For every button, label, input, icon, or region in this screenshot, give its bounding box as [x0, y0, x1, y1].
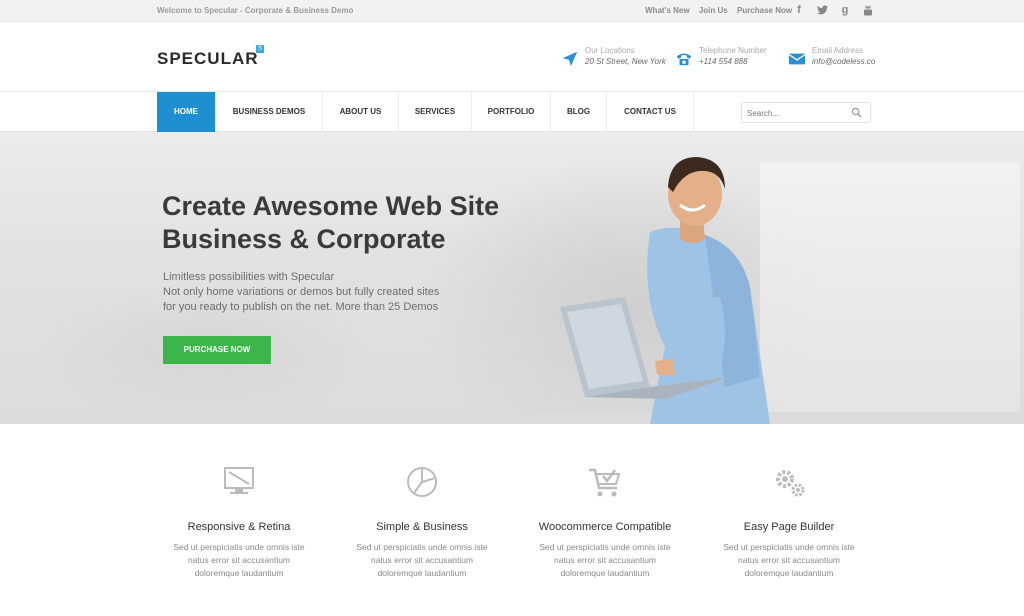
feature-card: Easy Page Builder Sed ut perspiciatis un… [697, 464, 881, 580]
hero-background-window [760, 162, 1020, 412]
businessman-with-laptop-image [560, 157, 770, 424]
nav-item-about-us[interactable]: ABOUT US [323, 92, 399, 132]
nav-item-portfolio[interactable]: PORTFOLIO [472, 92, 551, 132]
feature-title: Responsive & Retina [187, 521, 291, 533]
phone-info: Telephone Number +114 554 888 [675, 46, 767, 68]
feature-text: Sed ut perspiciatis unde omnis iste natus… [173, 542, 305, 578]
cart-icon [589, 468, 621, 497]
facebook-icon[interactable]: f [792, 3, 806, 17]
logo-badge: S [256, 45, 264, 53]
site-logo[interactable]: SPECULAR [157, 49, 259, 69]
feature-title: Simple & Business [376, 521, 468, 533]
hero-title: Create Awesome Web Site Business & Corpo… [162, 191, 500, 254]
location-value: 20 St Street, New York [585, 57, 666, 66]
nav-item-business-demos[interactable]: BUSINESS DEMOS [216, 92, 323, 132]
phone-label: Telephone Number [699, 46, 767, 55]
main-nav: HOME BUSINESS DEMOS ABOUT US SERVICES PO… [0, 92, 1024, 132]
email-label: Email Address [812, 46, 864, 55]
pie-chart-icon [407, 467, 437, 497]
top-links: What's New Join Us Purchase Now [645, 6, 799, 15]
purchase-now-link[interactable]: Purchase Now [737, 6, 792, 15]
monitor-icon [224, 467, 254, 494]
feature-title: Woocommerce Compatible [538, 521, 672, 533]
feature-title: Easy Page Builder [743, 521, 835, 533]
location-info: Our Locations 20 St Street, New York [561, 46, 666, 68]
features-section: Responsive & Retina Sed ut perspiciatis … [0, 424, 1024, 616]
location-label: Our Locations [585, 46, 635, 55]
search-icon[interactable] [851, 107, 862, 118]
phone-value: +114 554 888 [699, 57, 748, 66]
gears-icon [776, 470, 805, 497]
twitter-icon[interactable] [815, 3, 829, 17]
google-plus-icon[interactable]: g [838, 3, 852, 17]
youtube-icon[interactable] [861, 3, 875, 17]
search-box [741, 102, 871, 123]
feature-text: Sed ut perspiciatis unde omnis iste natus… [723, 542, 855, 578]
welcome-text: Welcome to Specular - Corporate & Busine… [157, 6, 354, 15]
phone-icon [676, 53, 692, 66]
join-us-link[interactable]: Join Us [699, 6, 728, 15]
whats-new-link[interactable]: What's New [645, 6, 690, 15]
nav-item-contact-us[interactable]: CONTACT US [607, 92, 694, 132]
email-value[interactable]: info@codeless.co [812, 56, 875, 67]
nav-item-services[interactable]: SERVICES [399, 92, 472, 132]
top-bar: Welcome to Specular - Corporate & Busine… [0, 0, 1024, 22]
purchase-now-button[interactable]: PURCHASE NOW [163, 336, 271, 364]
hero-section: Create Awesome Web Site Business & Corpo… [0, 132, 1024, 424]
nav-item-blog[interactable]: BLOG [551, 92, 607, 132]
feature-text: Sed ut perspiciatis unde omnis iste natus… [356, 542, 488, 578]
feature-card: Simple & Business Sed ut perspiciatis un… [330, 464, 514, 580]
feature-card: Responsive & Retina Sed ut perspiciatis … [147, 464, 331, 580]
location-arrow-icon [562, 51, 578, 67]
social-icons: f g [792, 3, 875, 17]
search-input[interactable] [742, 104, 847, 123]
site-header: SPECULAR S Our Locations 20 St Street, N… [0, 22, 1024, 92]
email-info: Email Address info@codeless.co [788, 46, 875, 68]
feature-card: Woocommerce Compatible Sed ut perspiciat… [513, 464, 697, 580]
envelope-icon [788, 53, 806, 65]
hero-subtitle: Limitless possibilities with Specular No… [163, 271, 440, 313]
nav-item-home[interactable]: HOME [157, 92, 216, 132]
feature-text: Sed ut perspiciatis unde omnis iste natus… [539, 542, 671, 578]
